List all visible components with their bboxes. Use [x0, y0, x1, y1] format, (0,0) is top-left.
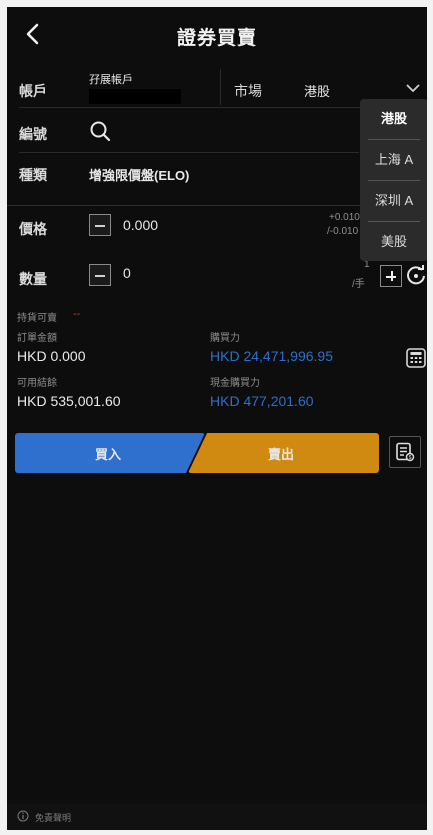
sell-button-label: 賣出 — [268, 447, 295, 462]
search-icon[interactable] — [89, 120, 111, 142]
quantity-plus-button[interactable] — [380, 265, 402, 287]
divider — [19, 152, 359, 153]
order-amount-value: HKD 0.000 — [17, 348, 86, 364]
info-icon — [17, 810, 29, 822]
sell-button[interactable]: 賣出 — [188, 433, 379, 473]
holdings-label: 持貨可賣 — [17, 313, 57, 324]
quantity-minus-button[interactable] — [89, 264, 111, 286]
quantity-input[interactable]: 0 — [123, 265, 131, 281]
order-type-value[interactable]: 增強限價盤(ELO) — [89, 165, 189, 184]
buy-button-label: 買入 — [95, 447, 122, 462]
footer: 免責聲明 — [7, 804, 427, 830]
order-list-button[interactable]: $ — [389, 436, 421, 468]
cash-buying-power-label: 現金購買力 — [210, 378, 260, 389]
account-label: 帳戶 — [19, 83, 47, 99]
lot-unit: /手 — [352, 279, 365, 290]
header: 證券買賣 — [7, 7, 427, 63]
price-minus-button[interactable] — [89, 214, 111, 236]
account-number-masked — [89, 89, 181, 104]
price-label: 價格 — [19, 221, 47, 237]
price-range-bottom: /-0.010 — [327, 226, 359, 237]
available-balance-value: HKD 535,001.60 — [17, 393, 121, 409]
chevron-down-icon[interactable] — [405, 81, 421, 95]
market-dropdown: 港股 上海 A 深圳 A 美股 — [360, 99, 427, 261]
svg-text:$: $ — [409, 455, 412, 461]
trading-screen: 證券買賣 帳戶 孖展帳戶 市場 港股 編號 種類 增強限價盤(ELO) 價格 0… — [7, 7, 427, 830]
account-type[interactable]: 孖展帳戶 — [89, 71, 133, 87]
stock-code-label: 編號 — [19, 126, 47, 142]
order-amount-label: 訂單金額 — [17, 333, 57, 344]
calculator-icon[interactable] — [405, 347, 427, 369]
price-range-top: +0.010 — [329, 212, 360, 223]
cash-buying-power-value: HKD 477,201.60 — [210, 393, 314, 409]
account-market-divider — [220, 69, 221, 105]
buy-button[interactable]: 買入 — [15, 433, 205, 473]
order-type-label: 種類 — [19, 167, 47, 183]
market-option-hk[interactable]: 港股 — [360, 99, 427, 139]
quantity-label: 數量 — [19, 271, 47, 287]
holdings-value: -- — [73, 308, 81, 320]
disclaimer-link[interactable]: 免責聲明 — [35, 811, 71, 824]
price-input[interactable]: 0.000 — [123, 217, 158, 233]
buying-power-label: 購買力 — [210, 333, 240, 344]
order-list-icon: $ — [396, 442, 415, 462]
market-option-shanghai[interactable]: 上海 A — [360, 140, 427, 180]
market-option-shenzhen[interactable]: 深圳 A — [360, 181, 427, 221]
refresh-icon[interactable] — [405, 264, 427, 286]
available-balance-label: 可用結餘 — [17, 378, 57, 389]
market-option-us[interactable]: 美股 — [360, 222, 427, 262]
page-title: 證券買賣 — [176, 28, 257, 49]
market-value[interactable]: 港股 — [304, 81, 330, 100]
market-label: 市場 — [234, 83, 262, 99]
buying-power-value: HKD 24,471,996.95 — [210, 348, 333, 364]
divider — [7, 205, 360, 206]
